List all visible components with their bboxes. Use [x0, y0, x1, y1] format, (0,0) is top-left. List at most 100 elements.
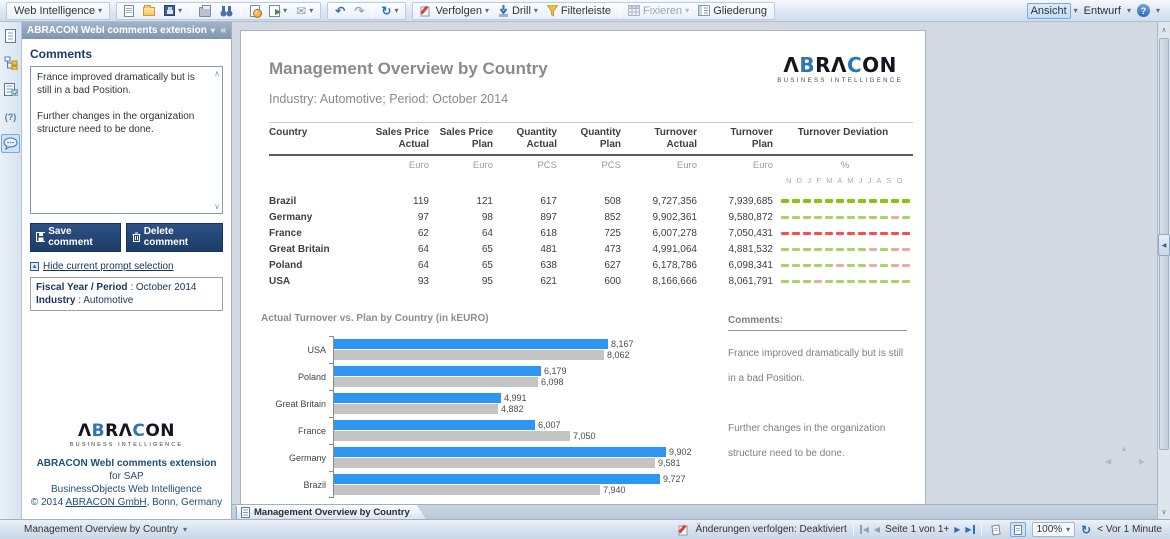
prompt-selection-box: Fiscal Year / Period : October 2014 Indu… [30, 277, 223, 311]
deviation-dash [891, 216, 899, 219]
bar-value-label: 6,098 [541, 377, 564, 387]
logo-letter: R [815, 53, 831, 77]
design-mode-button[interactable]: Entwurf [1081, 3, 1124, 19]
report-comments-paragraphs: France improved dramatically but is stil… [728, 341, 907, 466]
collapse-prompt-icon[interactable]: ▴ [30, 262, 39, 271]
chevron-down-icon[interactable]: ▾ [1156, 7, 1160, 15]
sidebar-tab-user-prompt[interactable]: (?) [1, 107, 20, 126]
table-cell: 64 [369, 260, 433, 271]
chart-bar-pair: 8,1678,062 [333, 336, 714, 363]
chevron-down-icon[interactable]: ▾ [1127, 7, 1131, 15]
refresh-status-icon[interactable]: ↻ [1081, 523, 1091, 537]
deviation-dash [781, 264, 789, 267]
bar-value-label: 9,581 [658, 458, 681, 468]
sidebar-tab-navigation-map[interactable] [1, 53, 20, 72]
save-button[interactable]: ▾ [161, 3, 185, 19]
deviation-dash [869, 248, 877, 251]
redo-button[interactable]: ↷ [351, 3, 367, 19]
drill-button[interactable]: Drill ▾ [495, 3, 541, 19]
comment-textarea[interactable]: France improved dramatically but is stil… [30, 66, 223, 214]
bar-actual [334, 420, 535, 430]
deviation-dash [803, 216, 811, 219]
first-page-button[interactable]: ◀ [860, 525, 869, 534]
table-cell: 8,061,791 [701, 276, 777, 287]
sidebar-tab-document-summary[interactable] [1, 26, 20, 45]
quick-display-mode-button[interactable] [988, 522, 1004, 537]
table-cell: 9,580,872 [701, 212, 777, 223]
page-mode-button[interactable] [1010, 522, 1026, 537]
scroll-down-icon[interactable]: ∨ [214, 202, 220, 211]
help-button[interactable]: ? [1134, 3, 1153, 19]
chevron-down-icon[interactable]: ▾ [1074, 7, 1078, 15]
deviation-dash [792, 216, 800, 219]
web-intelligence-menu[interactable]: Web Intelligence ▾ [11, 3, 105, 19]
bar-line-actual: 6,179 [334, 366, 714, 376]
export-reader-button[interactable] [247, 3, 263, 19]
outline-button[interactable]: Gliederung [695, 3, 770, 19]
deviation-dash [825, 248, 833, 251]
report-selector[interactable]: Management Overview by Country ▾ [8, 524, 187, 535]
view-mode-button[interactable]: Ansicht [1027, 3, 1071, 19]
panel-header[interactable]: ABRACON WebI comments extension ▾ « [22, 22, 231, 39]
deviation-dash [836, 199, 844, 203]
table-header-cell: Sales PricePlan [433, 127, 497, 151]
email-button[interactable]: ✉▾ [293, 3, 316, 19]
webi-application: Web Intelligence ▾ ▾ ▾ ✉▾ ↶ ↷ ↻▾ [0, 0, 1170, 539]
logo-letter: B [799, 53, 815, 77]
track-changes-status[interactable]: Änderungen verfolgen: Deaktiviert [696, 524, 847, 535]
report-tab[interactable]: Management Overview by Country [236, 505, 426, 519]
freeze-label: Fixieren [643, 5, 682, 17]
save-comment-button[interactable]: Save comment [30, 223, 121, 252]
pan-left-icon[interactable]: ◀ [1105, 457, 1111, 466]
table-header-cell: QuantityActual [497, 127, 561, 151]
deviation-dash [902, 199, 910, 203]
deviation-dash [803, 199, 811, 203]
filter-bar-button[interactable]: Filterleiste [544, 3, 614, 19]
export-button[interactable]: ▾ [266, 3, 290, 19]
table-cell: 121 [433, 196, 497, 207]
new-document-button[interactable] [121, 3, 137, 19]
sidebar-footer: ΛBRΛCONBUSINESS INTELLIGENCE ABRACON Web… [30, 422, 223, 513]
outline-label: Gliederung [713, 5, 767, 17]
hide-prompt-selection-link[interactable]: Hide current prompt selection [43, 261, 174, 272]
vertical-scrollbar[interactable]: ∧ ◀ ∨ [1157, 22, 1170, 519]
track-changes-button[interactable]: Verfolgen ▾ [417, 3, 492, 19]
chevron-down-icon: ▾ [183, 526, 187, 534]
last-page-button[interactable]: ▶ [965, 525, 974, 534]
deviation-dash [858, 216, 866, 219]
sidebar-tab-input-controls[interactable] [1, 80, 20, 99]
print-button[interactable] [196, 3, 214, 19]
chevron-down-icon[interactable]: ▾ [211, 27, 215, 35]
table-cell: 852 [561, 212, 625, 223]
bar-line-actual: 6,007 [334, 420, 714, 430]
panel-collapse-handle[interactable]: ◀ [1158, 234, 1170, 256]
freeze-button[interactable]: Fixieren ▾ [625, 3, 692, 19]
scrollbar-up-icon[interactable]: ∧ [1158, 23, 1170, 36]
pan-up-icon[interactable]: ▲ [1120, 444, 1128, 453]
delete-comment-button[interactable]: Delete comment [126, 223, 223, 252]
deviation-dash [825, 216, 833, 219]
abracon-gmbh-link[interactable]: ABRACON GmbH [65, 497, 146, 508]
scroll-up-icon[interactable]: ∧ [214, 69, 220, 78]
refresh-button[interactable]: ↻▾ [378, 3, 401, 19]
deviation-sparkline [777, 264, 913, 267]
find-button[interactable] [217, 3, 236, 19]
table-cell: 7,050,431 [701, 228, 777, 239]
sidebar-tab-comments[interactable] [1, 134, 20, 153]
chevron-down-icon: ▾ [283, 7, 287, 15]
previous-page-button[interactable]: ◀ [874, 525, 880, 534]
report-page: Management Overview by Country Industry:… [240, 30, 926, 504]
filter-bar-label: Filterleiste [561, 5, 611, 17]
design-mode-label: Entwurf [1084, 5, 1121, 17]
scrollbar-down-icon[interactable]: ∨ [1158, 505, 1170, 518]
bar-line-plan: 6,098 [334, 377, 714, 387]
logo-letter: N [160, 421, 175, 441]
zoom-control[interactable]: 100% ▾ [1032, 522, 1076, 537]
panel-collapse-icon[interactable]: « [220, 25, 226, 36]
chart-category-label: France [269, 417, 333, 444]
next-page-button[interactable]: ▶ [954, 525, 960, 534]
undo-button[interactable]: ↶ [332, 3, 348, 19]
comment-textarea-wrap: France improved dramatically but is stil… [30, 66, 223, 217]
pan-right-icon[interactable]: ▶ [1139, 457, 1145, 466]
open-button[interactable] [140, 3, 158, 19]
